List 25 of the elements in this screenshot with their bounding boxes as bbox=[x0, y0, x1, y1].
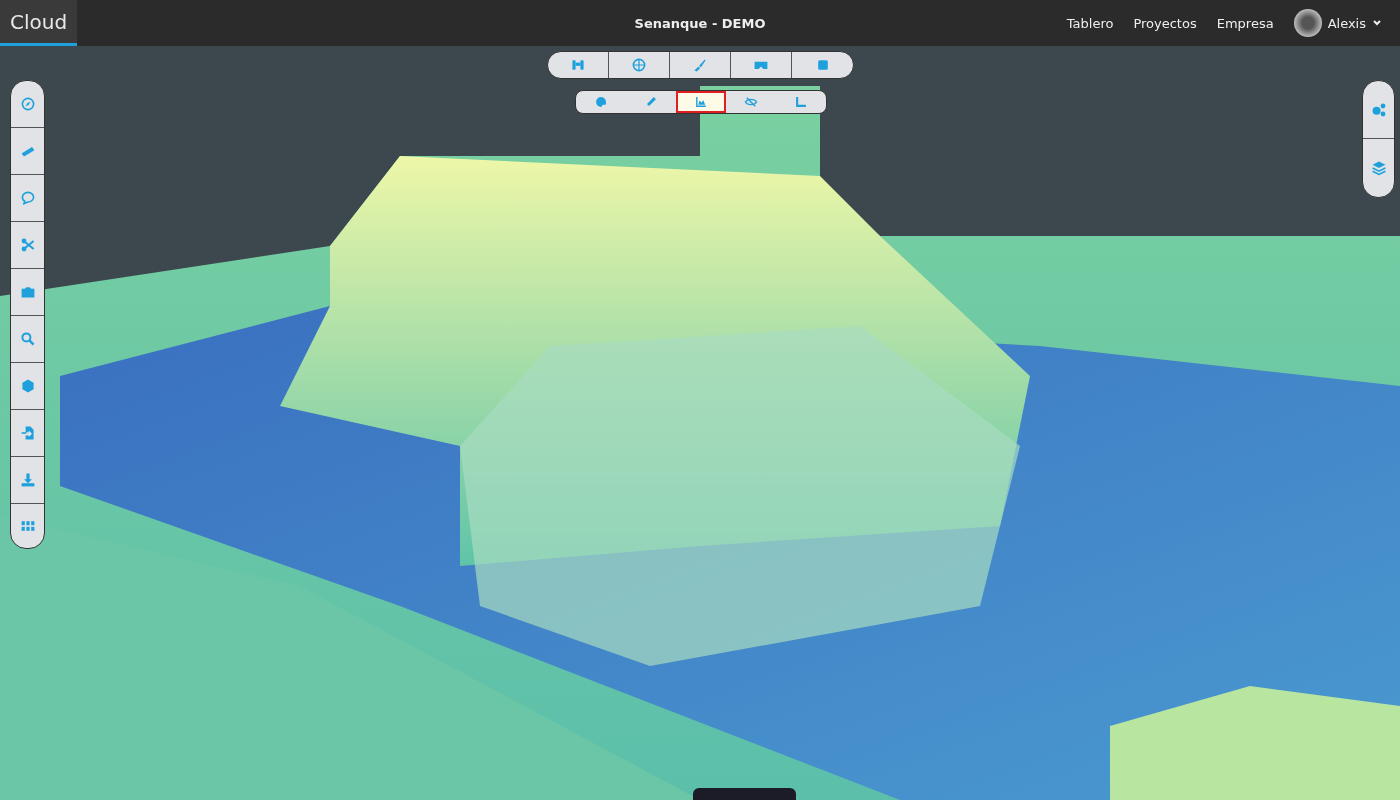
brush-icon bbox=[692, 57, 708, 73]
user-name[interactable]: Alexis bbox=[1327, 15, 1366, 31]
toolbar-button[interactable] bbox=[676, 91, 726, 113]
corner-ruler-icon bbox=[794, 95, 808, 109]
caret-icon[interactable] bbox=[1372, 18, 1382, 28]
project-title: Senanque - DEMO bbox=[634, 15, 766, 31]
cube-icon bbox=[19, 378, 36, 394]
speech-bubble-icon bbox=[19, 190, 36, 206]
nav-link[interactable]: Empresa bbox=[1216, 15, 1274, 31]
download-icon bbox=[19, 472, 36, 488]
area-chart-icon bbox=[694, 95, 708, 109]
grid-icon bbox=[19, 518, 36, 534]
scissors-icon bbox=[19, 237, 36, 253]
file-import-icon bbox=[19, 425, 36, 441]
nav-link[interactable]: Proyectos bbox=[1133, 15, 1197, 31]
app-logo[interactable]: Cloud bbox=[0, 0, 78, 46]
globe-icon bbox=[631, 57, 647, 73]
eye-slash-icon bbox=[744, 95, 758, 109]
palette-icon bbox=[594, 95, 608, 109]
layers-icon bbox=[1370, 160, 1387, 176]
compass-icon bbox=[19, 96, 36, 112]
nav-link[interactable]: Tablero bbox=[1066, 15, 1114, 31]
search-icon bbox=[19, 331, 36, 347]
user-avatar[interactable] bbox=[1293, 9, 1322, 37]
camera-icon bbox=[19, 284, 36, 300]
